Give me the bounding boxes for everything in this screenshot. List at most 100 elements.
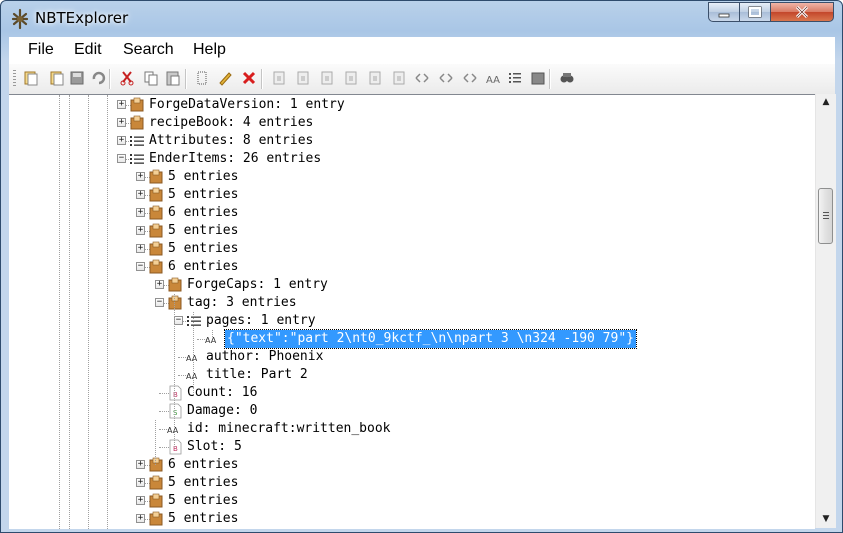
- tree-node[interactable]: +5 entries: [9, 492, 809, 510]
- tree-node[interactable]: + ForgeCaps: 1 entry: [9, 276, 809, 294]
- menu-file[interactable]: File: [28, 41, 54, 59]
- scroll-down-arrow-icon[interactable]: ▼: [816, 511, 836, 528]
- tree-node-label[interactable]: 6 entries: [168, 456, 238, 474]
- tree-node-label[interactable]: ForgeDataVersion: 1 entry: [149, 96, 345, 114]
- tree-node-label[interactable]: ForgeCaps: 1 entry: [187, 276, 328, 294]
- copy-icon[interactable]: [143, 70, 159, 86]
- add-int-icon[interactable]: [319, 70, 335, 86]
- expand-icon[interactable]: +: [155, 280, 164, 289]
- add-int-array-icon[interactable]: [438, 70, 454, 86]
- tree-node-label[interactable]: 5 entries: [168, 510, 238, 528]
- tree-node[interactable]: + ForgeDataVersion: 1 entry: [9, 96, 809, 114]
- add-double-icon[interactable]: [391, 70, 407, 86]
- add-list-icon[interactable]: [507, 70, 523, 86]
- tree-node-label[interactable]: 5 entries: [168, 240, 238, 258]
- title-bar[interactable]: NBTExplorer: [1, 1, 842, 37]
- tree-node-label[interactable]: Slot: 5: [187, 438, 242, 456]
- close-button[interactable]: [770, 2, 834, 22]
- tree-node-label[interactable]: 5 entries: [168, 168, 238, 186]
- tree-node-label[interactable]: tag: 3 entries: [187, 294, 297, 312]
- tree-node[interactable]: − 6 entries: [9, 258, 809, 276]
- expand-icon[interactable]: +: [136, 226, 145, 235]
- selected-node-label[interactable]: {"text":"part 2\nt0_9kctf_\n\npart 3 \n3…: [224, 329, 637, 349]
- maximize-button[interactable]: [739, 2, 771, 22]
- tree-node[interactable]: +5 entries: [9, 474, 809, 492]
- tree-node[interactable]: +5 entries: [9, 222, 809, 240]
- collapse-icon[interactable]: −: [155, 298, 164, 307]
- tree-node[interactable]: AA title: Part 2: [9, 366, 809, 384]
- add-byte-array-icon[interactable]: [414, 70, 430, 86]
- tree-node[interactable]: − pages: 1 entry: [9, 312, 809, 330]
- tree-node[interactable]: + recipeBook: 4 entries: [9, 114, 809, 132]
- edit-icon[interactable]: [217, 70, 233, 86]
- expand-icon[interactable]: +: [136, 190, 145, 199]
- vertical-scrollbar[interactable]: ▲ ▼: [815, 94, 836, 528]
- add-long-icon[interactable]: [343, 70, 359, 86]
- expand-icon[interactable]: +: [136, 208, 145, 217]
- nbt-tree-view[interactable]: + ForgeDataVersion: 1 entry + recipeBook: 4…: [9, 94, 815, 529]
- expand-icon[interactable]: +: [136, 496, 145, 505]
- find-icon[interactable]: [559, 70, 575, 86]
- collapse-icon[interactable]: −: [174, 316, 183, 325]
- paste-icon[interactable]: [165, 70, 181, 86]
- tree-node[interactable]: +5 entries: [9, 186, 809, 204]
- tree-node-label[interactable]: 6 entries: [168, 258, 238, 276]
- tree-node[interactable]: +5 entries: [9, 240, 809, 258]
- scroll-thumb[interactable]: [818, 188, 833, 244]
- expand-icon[interactable]: +: [136, 244, 145, 253]
- tree-node-label[interactable]: pages: 1 entry: [206, 312, 316, 330]
- tree-node-label[interactable]: 6 entries: [168, 204, 238, 222]
- collapse-icon[interactable]: −: [117, 154, 126, 163]
- menu-edit[interactable]: Edit: [74, 41, 102, 59]
- add-long-array-icon[interactable]: [462, 70, 478, 86]
- tree-node[interactable]: +5 entries: [9, 510, 809, 528]
- menu-search[interactable]: Search: [123, 41, 174, 59]
- tree-node-label[interactable]: author: Phoenix: [206, 348, 323, 366]
- delete-icon[interactable]: [241, 70, 257, 86]
- expand-icon[interactable]: +: [136, 172, 145, 181]
- add-string-icon[interactable]: AA: [485, 70, 501, 86]
- expand-icon[interactable]: +: [117, 136, 126, 145]
- add-byte-icon[interactable]: [271, 70, 287, 86]
- tree-node-label[interactable]: 5 entries: [168, 492, 238, 510]
- minimize-button[interactable]: [708, 2, 740, 22]
- scroll-up-arrow-icon[interactable]: ▲: [816, 94, 836, 111]
- open-folder-icon[interactable]: [49, 70, 65, 86]
- tree-node-label[interactable]: title: Part 2: [206, 366, 308, 384]
- collapse-icon[interactable]: −: [136, 262, 145, 271]
- tree-node[interactable]: +6 entries: [9, 456, 809, 474]
- expand-icon[interactable]: +: [136, 460, 145, 469]
- expand-icon[interactable]: +: [136, 478, 145, 487]
- tree-node[interactable]: − tag: 3 entries: [9, 294, 809, 312]
- tree-node-label[interactable]: 5 entries: [168, 186, 238, 204]
- tree-node-label[interactable]: EnderItems: 26 entries: [149, 150, 321, 168]
- expand-icon[interactable]: +: [117, 118, 126, 127]
- expand-icon[interactable]: +: [117, 100, 126, 109]
- add-compound-icon[interactable]: [530, 70, 546, 86]
- tree-node-label[interactable]: Damage: 0: [187, 402, 257, 420]
- add-short-icon[interactable]: [295, 70, 311, 86]
- tree-node-label[interactable]: Attributes: 8 entries: [149, 132, 313, 150]
- toolbar-grip[interactable]: [13, 70, 16, 88]
- open-file-icon[interactable]: [23, 70, 39, 86]
- menu-help[interactable]: Help: [193, 41, 226, 59]
- tree-node-label[interactable]: Count: 16: [187, 384, 257, 402]
- tree-node-label[interactable]: 5 entries: [168, 474, 238, 492]
- save-icon[interactable]: [69, 70, 85, 86]
- add-float-icon[interactable]: [367, 70, 383, 86]
- refresh-icon[interactable]: [91, 70, 107, 86]
- tree-node-label[interactable]: 5 entries: [168, 222, 238, 240]
- tree-node-label[interactable]: id: minecraft:written_book: [187, 420, 391, 438]
- tree-node[interactable]: S Damage: 0: [9, 402, 809, 420]
- expand-icon[interactable]: +: [136, 514, 145, 523]
- tree-node[interactable]: AA id: minecraft:written_book: [9, 420, 809, 438]
- tree-node[interactable]: B Slot: 5: [9, 438, 809, 456]
- tree-node[interactable]: + Attributes: 8 entries: [9, 132, 809, 150]
- tree-node[interactable]: +5 entries: [9, 168, 809, 186]
- cut-icon[interactable]: [119, 70, 135, 86]
- tree-node[interactable]: AA {"text":"part 2\nt0_9kctf_\n\npart 3 \…: [9, 329, 809, 349]
- tree-node-label[interactable]: recipeBook: 4 entries: [149, 114, 313, 132]
- rename-icon[interactable]: [194, 70, 210, 86]
- tree-node[interactable]: +6 entries: [9, 204, 809, 222]
- tree-node[interactable]: B Count: 16: [9, 384, 809, 402]
